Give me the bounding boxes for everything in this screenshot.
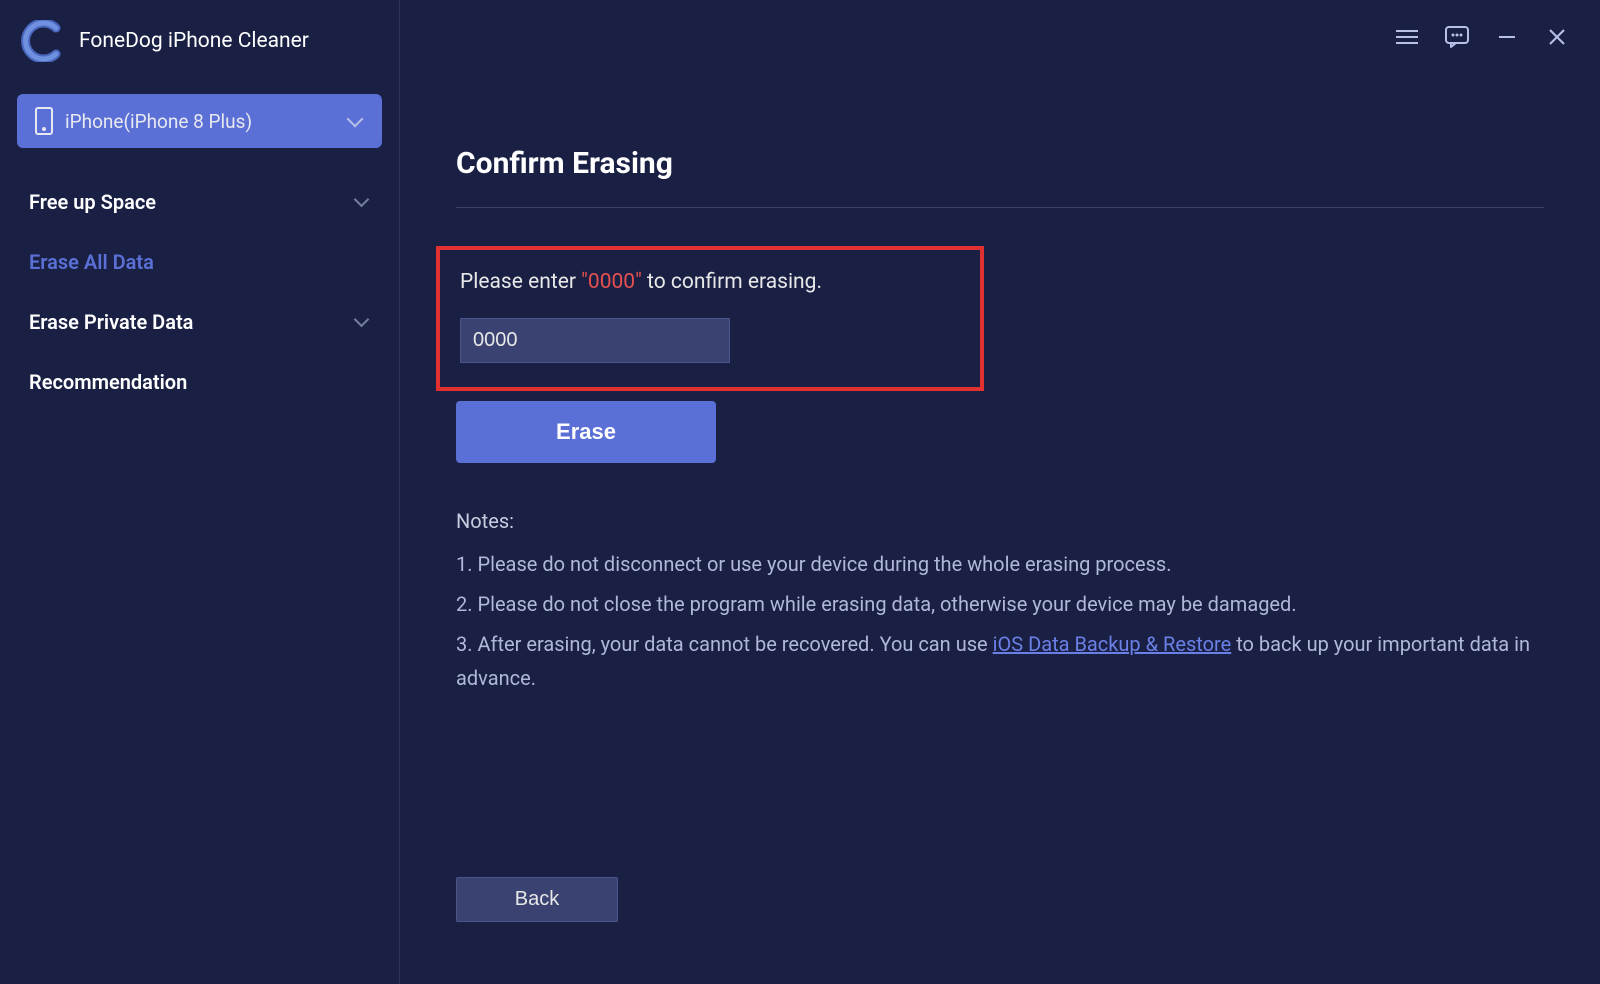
notes-section: Notes: 1. Please do not disconnect or us… — [456, 509, 1544, 695]
menu-icon[interactable] — [1394, 24, 1420, 50]
back-button[interactable]: Back — [456, 877, 618, 922]
confirm-instruction: Please enter "0000" to confirm erasing. — [460, 270, 960, 294]
phone-icon — [35, 107, 53, 135]
sidebar-item-erase-all-data[interactable]: Erase All Data — [17, 232, 382, 292]
note-item: 2. Please do not close the program while… — [456, 587, 1544, 621]
confirm-code: "0000" — [581, 270, 642, 294]
page-title: Confirm Erasing — [456, 146, 1544, 181]
divider — [456, 207, 1544, 208]
note-item: 3. After erasing, your data cannot be re… — [456, 627, 1544, 695]
device-name: iPhone(iPhone 8 Plus) — [65, 110, 252, 133]
sidebar-item-label: Erase Private Data — [29, 310, 193, 334]
app-title: FoneDog iPhone Cleaner — [79, 29, 309, 53]
feedback-icon[interactable] — [1444, 24, 1470, 50]
minimize-icon[interactable] — [1494, 24, 1520, 50]
notes-title: Notes: — [456, 509, 1544, 533]
sidebar-item-label: Free up Space — [29, 190, 156, 214]
chevron-down-icon — [354, 197, 370, 207]
erase-button[interactable]: Erase — [456, 401, 716, 463]
note-item: 1. Please do not disconnect or use your … — [456, 547, 1544, 581]
device-selector[interactable]: iPhone(iPhone 8 Plus) — [17, 94, 382, 148]
sidebar-item-label: Recommendation — [29, 370, 187, 394]
close-icon[interactable] — [1544, 24, 1570, 50]
chevron-down-icon — [354, 317, 370, 327]
highlight-box: Please enter "0000" to confirm erasing. — [436, 246, 984, 391]
chevron-down-icon — [346, 116, 364, 126]
sidebar: FoneDog iPhone Cleaner iPhone(iPhone 8 P… — [0, 0, 400, 984]
note-text: 3. After erasing, your data cannot be re… — [456, 632, 993, 656]
logo-section: FoneDog iPhone Cleaner — [17, 20, 382, 62]
sidebar-item-label: Erase All Data — [29, 250, 154, 274]
backup-restore-link[interactable]: iOS Data Backup & Restore — [993, 632, 1232, 656]
sidebar-item-recommendation[interactable]: Recommendation — [17, 352, 382, 412]
main-content: Confirm Erasing Please enter "0000" to c… — [400, 0, 1600, 984]
sidebar-item-erase-private-data[interactable]: Erase Private Data — [17, 292, 382, 352]
app-logo-icon — [21, 20, 63, 62]
sidebar-item-free-up-space[interactable]: Free up Space — [17, 172, 382, 232]
confirm-prefix: Please enter — [460, 270, 581, 294]
confirm-input[interactable] — [460, 318, 730, 363]
window-controls — [1394, 24, 1570, 50]
confirm-suffix: to confirm erasing. — [642, 270, 822, 294]
